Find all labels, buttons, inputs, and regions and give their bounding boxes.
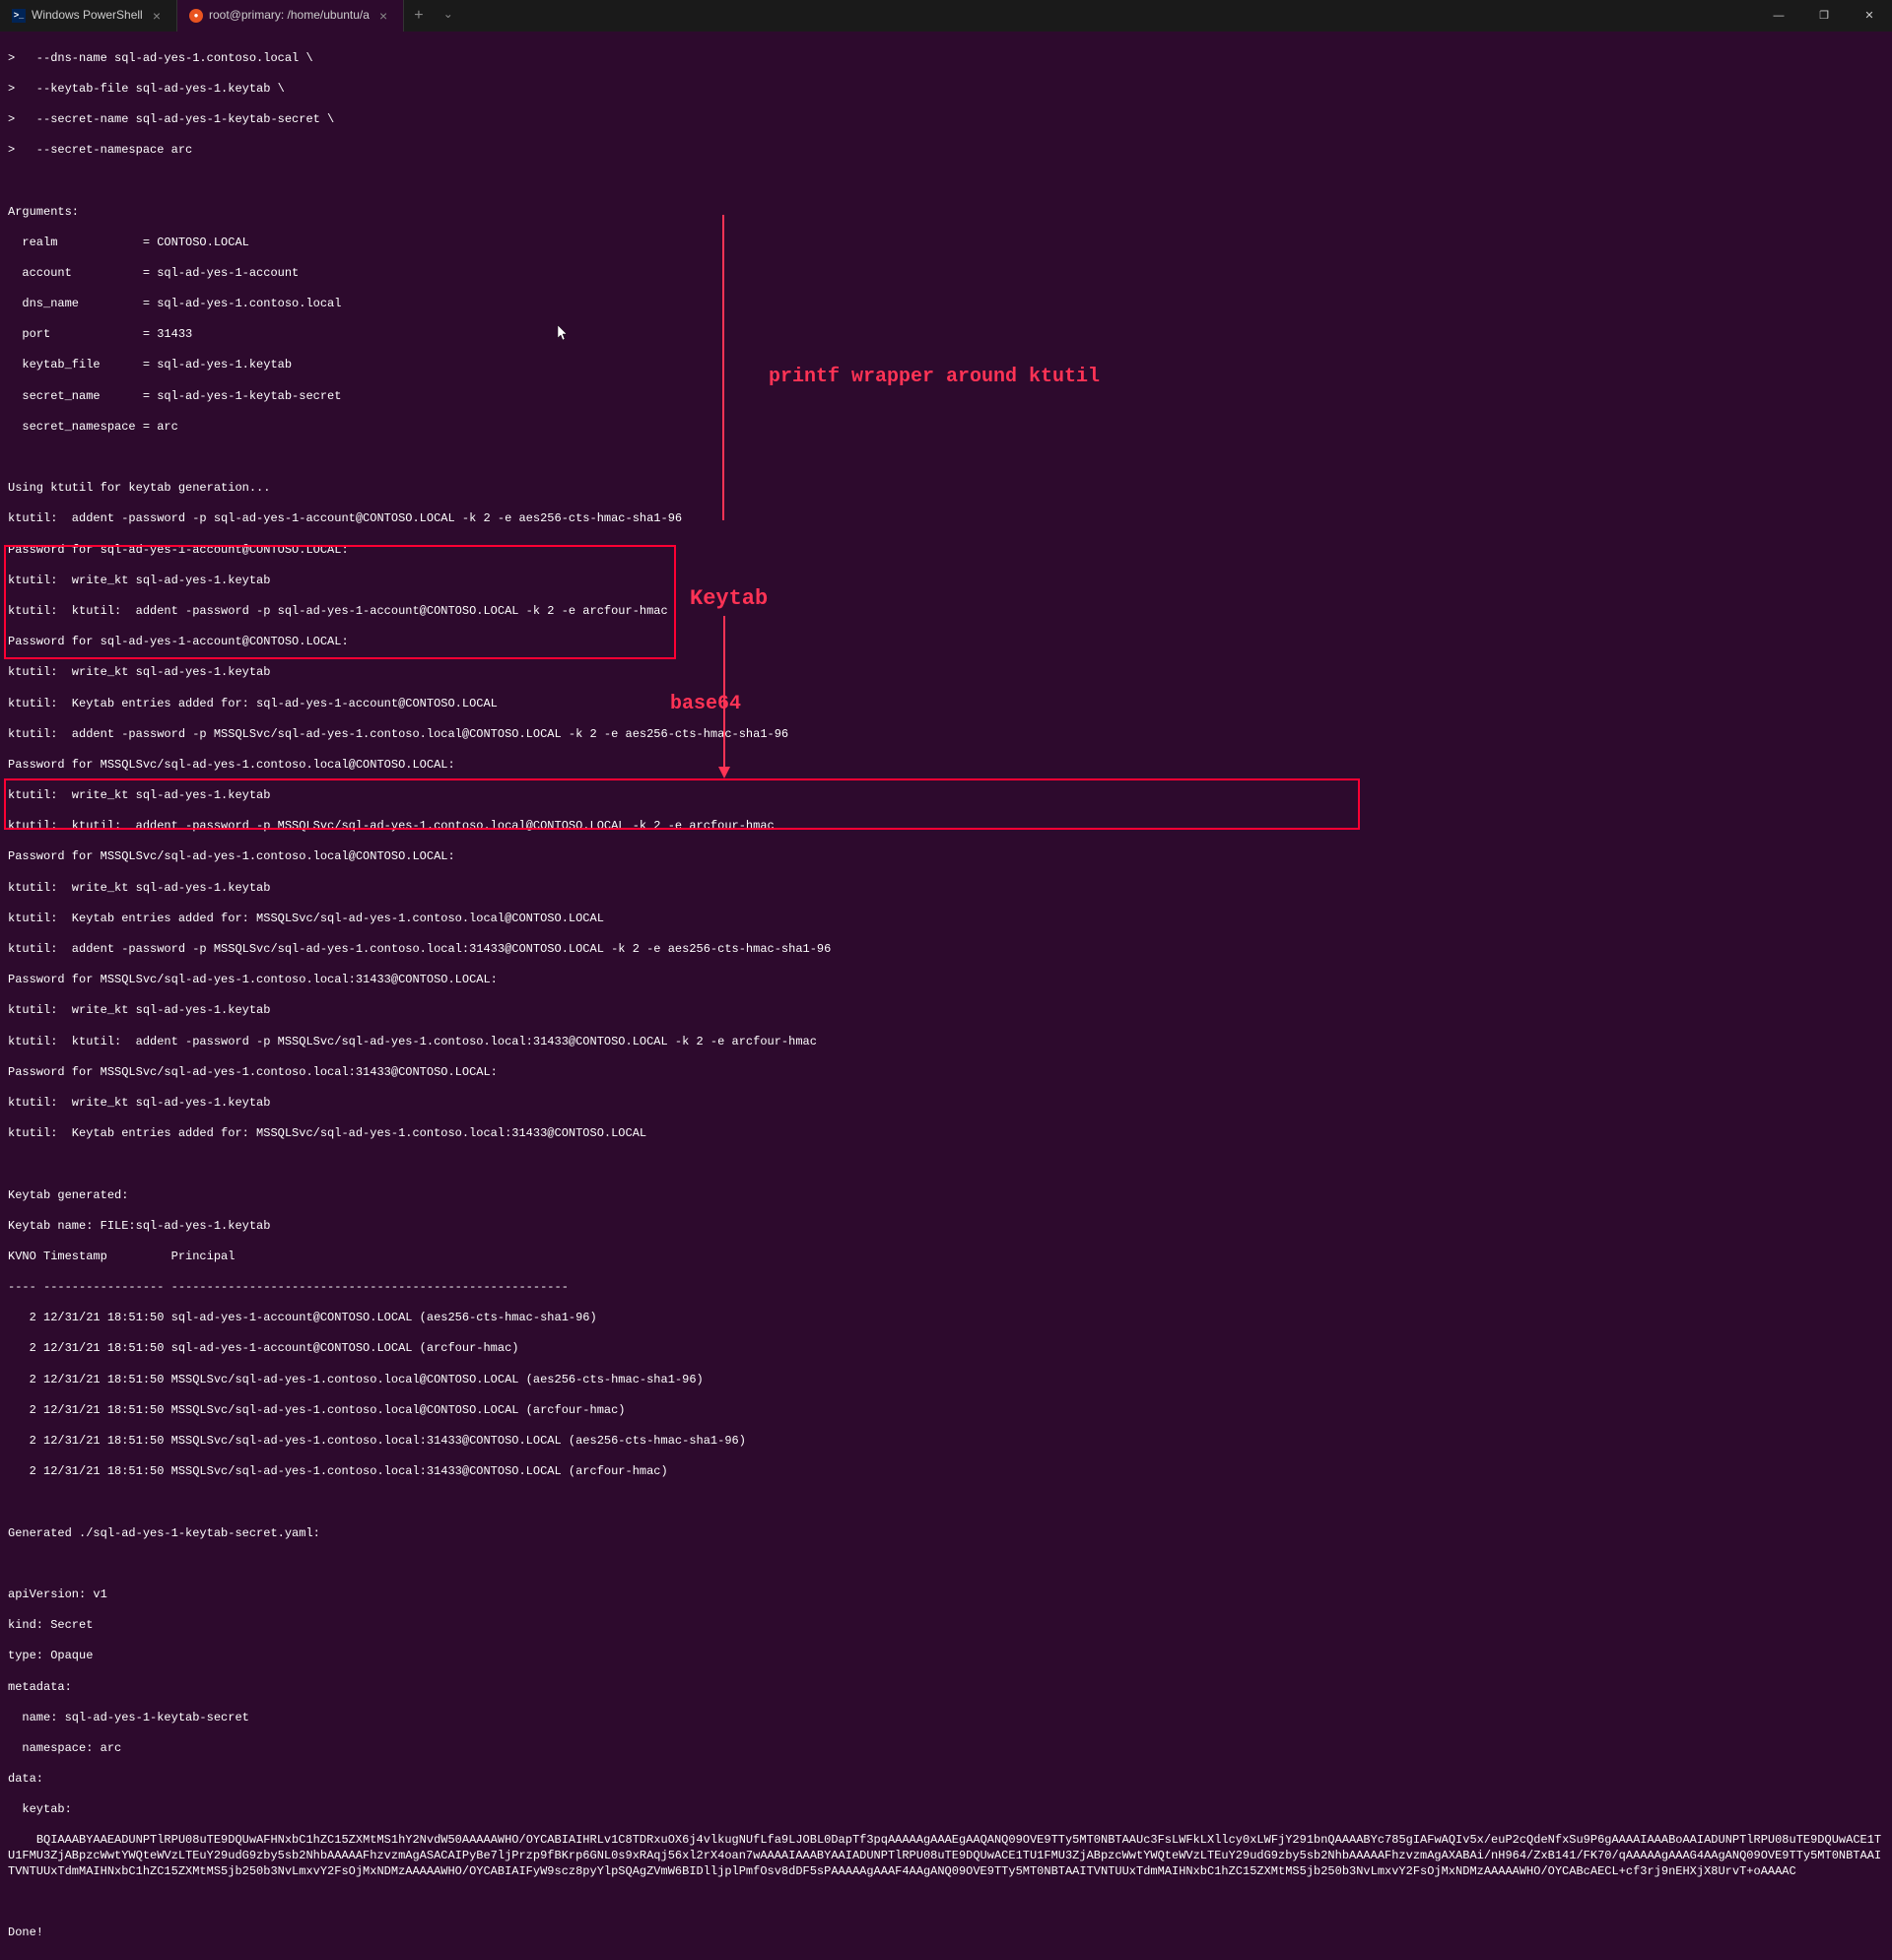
new-tab-button[interactable]: +: [404, 6, 434, 27]
ktutil-16: Password for MSSQLSvc/sql-ad-yes-1.conto…: [8, 973, 1884, 988]
ktutil-17: ktutil: write_kt sql-ad-yes-1.keytab: [8, 1003, 1884, 1019]
ktutil-21: ktutil: Keytab entries added for: MSSQLS…: [8, 1126, 1884, 1142]
tab-powershell[interactable]: >_ Windows PowerShell ×: [0, 0, 177, 32]
yaml-6: data:: [8, 1772, 1884, 1788]
vertical-line-1: [722, 215, 724, 520]
ktutil-9: Password for MSSQLSvc/sql-ad-yes-1.conto…: [8, 758, 1884, 774]
base64-highlight-box: [4, 778, 1360, 830]
keytab-entry-2: 2 12/31/21 18:51:50 MSSQLSvc/sql-ad-yes-…: [8, 1373, 1884, 1388]
keytab-generated: Keytab generated:: [8, 1188, 1884, 1204]
arg-2: dns_name = sql-ad-yes-1.contoso.local: [8, 297, 1884, 312]
keytab-entry-1: 2 12/31/21 18:51:50 sql-ad-yes-1-account…: [8, 1341, 1884, 1357]
ktutil-19: Password for MSSQLSvc/sql-ad-yes-1.conto…: [8, 1065, 1884, 1081]
maximize-button[interactable]: ❐: [1801, 0, 1847, 32]
titlebar: >_ Windows PowerShell × ● root@primary: …: [0, 0, 1892, 32]
arg-1: account = sql-ad-yes-1-account: [8, 266, 1884, 282]
window-controls: — ❐ ✕: [1756, 0, 1892, 32]
arg-5: secret_name = sql-ad-yes-1-keytab-secret: [8, 389, 1884, 405]
ktutil-12: Password for MSSQLSvc/sql-ad-yes-1.conto…: [8, 849, 1884, 865]
yaml-4: name: sql-ad-yes-1-keytab-secret: [8, 1711, 1884, 1726]
mouse-cursor-icon: [558, 325, 570, 347]
ktutil-1: ktutil: addent -password -p sql-ad-yes-1…: [8, 511, 1884, 527]
annotation-base64: base64: [670, 692, 741, 717]
yaml-1: kind: Secret: [8, 1618, 1884, 1634]
ktutil-20: ktutil: write_kt sql-ad-yes-1.keytab: [8, 1096, 1884, 1112]
yaml-0: apiVersion: v1: [8, 1588, 1884, 1603]
keytab-entry-3: 2 12/31/21 18:51:50 MSSQLSvc/sql-ad-yes-…: [8, 1403, 1884, 1419]
yaml-2: type: Opaque: [8, 1649, 1884, 1664]
ktutil-14: ktutil: Keytab entries added for: MSSQLS…: [8, 912, 1884, 927]
ktutil-8: ktutil: addent -password -p MSSQLSvc/sql…: [8, 727, 1884, 743]
keytab-divider: ---- ----------------- -----------------…: [8, 1280, 1884, 1296]
tab-title-0: Windows PowerShell: [32, 8, 143, 24]
arg-3: port = 31433: [8, 327, 1884, 343]
keytab-entry-5: 2 12/31/21 18:51:50 MSSQLSvc/sql-ad-yes-…: [8, 1464, 1884, 1480]
arg-0: realm = CONTOSO.LOCAL: [8, 236, 1884, 251]
annotation-printf: printf wrapper around ktutil: [769, 365, 1100, 390]
yaml-5: namespace: arc: [8, 1741, 1884, 1757]
ubuntu-icon: ●: [189, 9, 203, 23]
done: Done!: [8, 1926, 1884, 1941]
ktutil-15: ktutil: addent -password -p MSSQLSvc/sql…: [8, 942, 1884, 958]
close-button[interactable]: ✕: [1847, 0, 1892, 32]
keytab-header: KVNO Timestamp Principal: [8, 1250, 1884, 1265]
arrow-head-2: [718, 767, 730, 778]
keytab-highlight-box: [4, 545, 676, 659]
terminal-output[interactable]: > --dns-name sql-ad-yes-1.contoso.local …: [0, 32, 1892, 1960]
cmd-arg-2: > --secret-name sql-ad-yes-1-keytab-secr…: [8, 112, 1884, 128]
arguments-header: Arguments:: [8, 205, 1884, 221]
keytab-entry-4: 2 12/31/21 18:51:50 MSSQLSvc/sql-ad-yes-…: [8, 1434, 1884, 1450]
tab-dropdown-button[interactable]: ⌄: [434, 8, 463, 24]
ktutil-13: ktutil: write_kt sql-ad-yes-1.keytab: [8, 881, 1884, 897]
yaml-7: keytab:: [8, 1802, 1884, 1818]
tab-ubuntu[interactable]: ● root@primary: /home/ubuntu/a ×: [177, 0, 404, 32]
generated-file: Generated ./sql-ad-yes-1-keytab-secret.y…: [8, 1526, 1884, 1542]
ktutil-7: ktutil: Keytab entries added for: sql-ad…: [8, 697, 1884, 712]
minimize-button[interactable]: —: [1756, 0, 1801, 32]
powershell-icon: >_: [12, 9, 26, 23]
cmd-arg-1: > --keytab-file sql-ad-yes-1.keytab \: [8, 82, 1884, 98]
arrow-line-2: [723, 616, 725, 769]
tab-close-0[interactable]: ×: [149, 7, 165, 25]
ktutil-18: ktutil: ktutil: addent -password -p MSSQ…: [8, 1035, 1884, 1050]
tab-close-1[interactable]: ×: [375, 7, 391, 25]
cmd-arg-0: > --dns-name sql-ad-yes-1.contoso.local …: [8, 51, 1884, 67]
ktutil-0: Using ktutil for keytab generation...: [8, 481, 1884, 497]
base64-content: BQIAAABYAAEADUNPTlRPU08uTE9DQUwAFHNxbC1h…: [8, 1833, 1884, 1879]
annotation-keytab: Keytab: [690, 585, 768, 614]
cmd-arg-3: > --secret-namespace arc: [8, 143, 1884, 159]
arg-6: secret_namespace = arc: [8, 420, 1884, 436]
keytab-name: Keytab name: FILE:sql-ad-yes-1.keytab: [8, 1219, 1884, 1235]
tab-title-1: root@primary: /home/ubuntu/a: [209, 8, 370, 24]
yaml-3: metadata:: [8, 1680, 1884, 1696]
keytab-entry-0: 2 12/31/21 18:51:50 sql-ad-yes-1-account…: [8, 1311, 1884, 1326]
tabs: >_ Windows PowerShell × ● root@primary: …: [0, 0, 463, 32]
ktutil-6: ktutil: write_kt sql-ad-yes-1.keytab: [8, 665, 1884, 681]
